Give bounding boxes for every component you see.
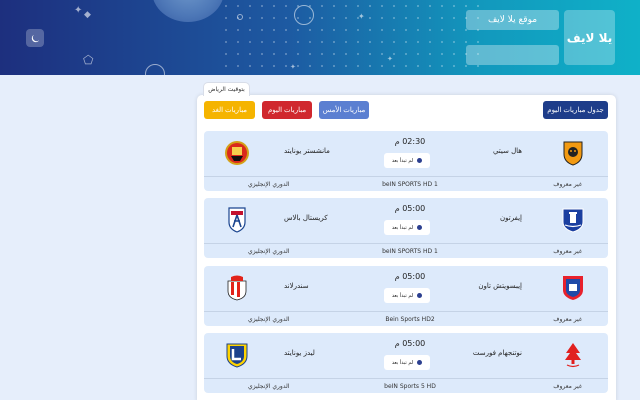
matches-table-button[interactable]: جدول مباريات اليوم (543, 101, 608, 119)
hull-city-crest-icon (563, 141, 583, 166)
site-logo[interactable]: يلا لايف (564, 10, 615, 65)
match-status-badge: لم تبدأ بعد (384, 220, 430, 235)
home-team-name: إيبسويتش تاون (478, 282, 522, 290)
away-team-name: كريستال بالاس (284, 214, 328, 222)
timezone-label: بتوقيت الرياض (208, 86, 245, 93)
match-card[interactable]: إيبسويتش تاون 05:00 م لم تبدأ بعد سندرلا… (204, 266, 608, 326)
site-link-button[interactable]: موقع يلا لايف (466, 10, 559, 30)
league-name: الدوري الإنجليزي (248, 181, 290, 188)
commentator-name: غير معروف (553, 181, 582, 188)
crystal-palace-crest-icon (228, 207, 246, 233)
commentator-name: غير معروف (553, 316, 582, 323)
commentator-name: غير معروف (553, 383, 582, 390)
kickoff-time: 05:00 م (394, 272, 426, 281)
match-status-badge: لم تبدأ بعد (384, 153, 430, 168)
ring-decoration (294, 5, 314, 25)
home-team-name: هال سيتي (492, 147, 522, 155)
match-card[interactable]: نوتنجهام فورست 05:00 م لم تبدأ بعد ليدز … (204, 333, 608, 393)
league-name: الدوري الإنجليزي (248, 316, 290, 323)
tomorrow-matches-label: مباريات الغد (211, 107, 248, 114)
match-status-badge: لم تبدأ بعد (384, 288, 430, 303)
logo-text: يلا لايف (566, 30, 613, 45)
moon-icon (31, 34, 39, 42)
league-name: الدوري الإنجليزي (248, 383, 290, 390)
tv-channel: beIN SPORTS HD 1 (382, 181, 438, 188)
ring-decoration (145, 64, 165, 75)
card-divider (204, 378, 608, 379)
star-decoration: ✦ (290, 63, 296, 71)
leeds-united-crest-icon (226, 343, 248, 368)
card-divider (204, 176, 608, 177)
kickoff-time: 05:00 م (394, 204, 426, 213)
match-status-badge: لم تبدأ بعد (384, 355, 430, 370)
commentator-name: غير معروف (553, 248, 582, 255)
today-matches-button[interactable]: مباريات اليوم (262, 101, 312, 119)
site-link-label: موقع يلا لايف (487, 15, 538, 25)
star-decoration: ✦ (358, 12, 365, 21)
tv-channel: beIN Sports 5 HD (384, 383, 436, 390)
status-dot-icon (417, 158, 423, 163)
match-card[interactable]: إيفرتون 05:00 م لم تبدأ بعد كريستال بالا… (204, 198, 608, 258)
sunderland-crest-icon (227, 275, 247, 301)
status-dot-icon (417, 293, 423, 298)
league-name: الدوري الإنجليزي (248, 248, 290, 255)
ring-decoration (237, 14, 243, 20)
theme-toggle-button[interactable] (26, 29, 44, 47)
header-dot-pattern (220, 0, 480, 75)
tomorrow-matches-button[interactable]: مباريات الغد (204, 101, 255, 119)
site-header: ✦ ◆ ⬠ ✦ ✦ ✦ يلا لايف موقع يلا لايف (0, 0, 640, 75)
kickoff-time: 02:30 م (394, 137, 426, 146)
tv-channel: Bein Sports HD2 (385, 316, 435, 323)
star-decoration: ✦ (74, 5, 83, 16)
match-status-text: لم تبدأ بعد (391, 359, 414, 366)
kickoff-time: 05:00 م (394, 339, 426, 348)
football-decoration (152, 0, 224, 22)
ipswich-town-crest-icon (563, 276, 583, 300)
match-status-text: لم تبدأ بعد (391, 292, 414, 299)
home-team-name: نوتنجهام فورست (472, 349, 522, 357)
timezone-tab[interactable]: بتوقيت الرياض (203, 82, 250, 96)
manchester-united-crest-icon (225, 141, 249, 165)
card-divider (204, 243, 608, 244)
away-team-name: ليدز يونايتد (284, 349, 315, 357)
away-team-name: سندرلاند (284, 282, 309, 290)
diamond-decoration: ◆ (84, 10, 91, 20)
home-team-name: إيفرتون (499, 214, 522, 222)
status-dot-icon (417, 225, 423, 230)
match-status-text: لم تبدأ بعد (391, 224, 414, 231)
yesterday-matches-label: مباريات الأمس (322, 107, 366, 114)
matches-table-label: جدول مباريات اليوم (547, 107, 604, 114)
everton-crest-icon (562, 208, 584, 233)
card-divider (204, 311, 608, 312)
pentagon-decoration: ⬠ (83, 53, 94, 67)
nottingham-forest-crest-icon (565, 343, 581, 368)
away-team-name: مانشستر يونايتد (284, 147, 330, 155)
match-status-text: لم تبدأ بعد (391, 157, 414, 164)
today-matches-label: مباريات اليوم (267, 107, 307, 114)
tv-channel: beIN SPORTS HD 1 (382, 248, 438, 255)
status-dot-icon (417, 360, 423, 365)
yesterday-matches-button[interactable]: مباريات الأمس (319, 101, 369, 119)
search-input[interactable] (466, 45, 559, 65)
star-decoration: ✦ (387, 55, 393, 63)
match-card[interactable]: هال سيتي 02:30 م لم تبدأ بعد مانشستر يون… (204, 131, 608, 191)
